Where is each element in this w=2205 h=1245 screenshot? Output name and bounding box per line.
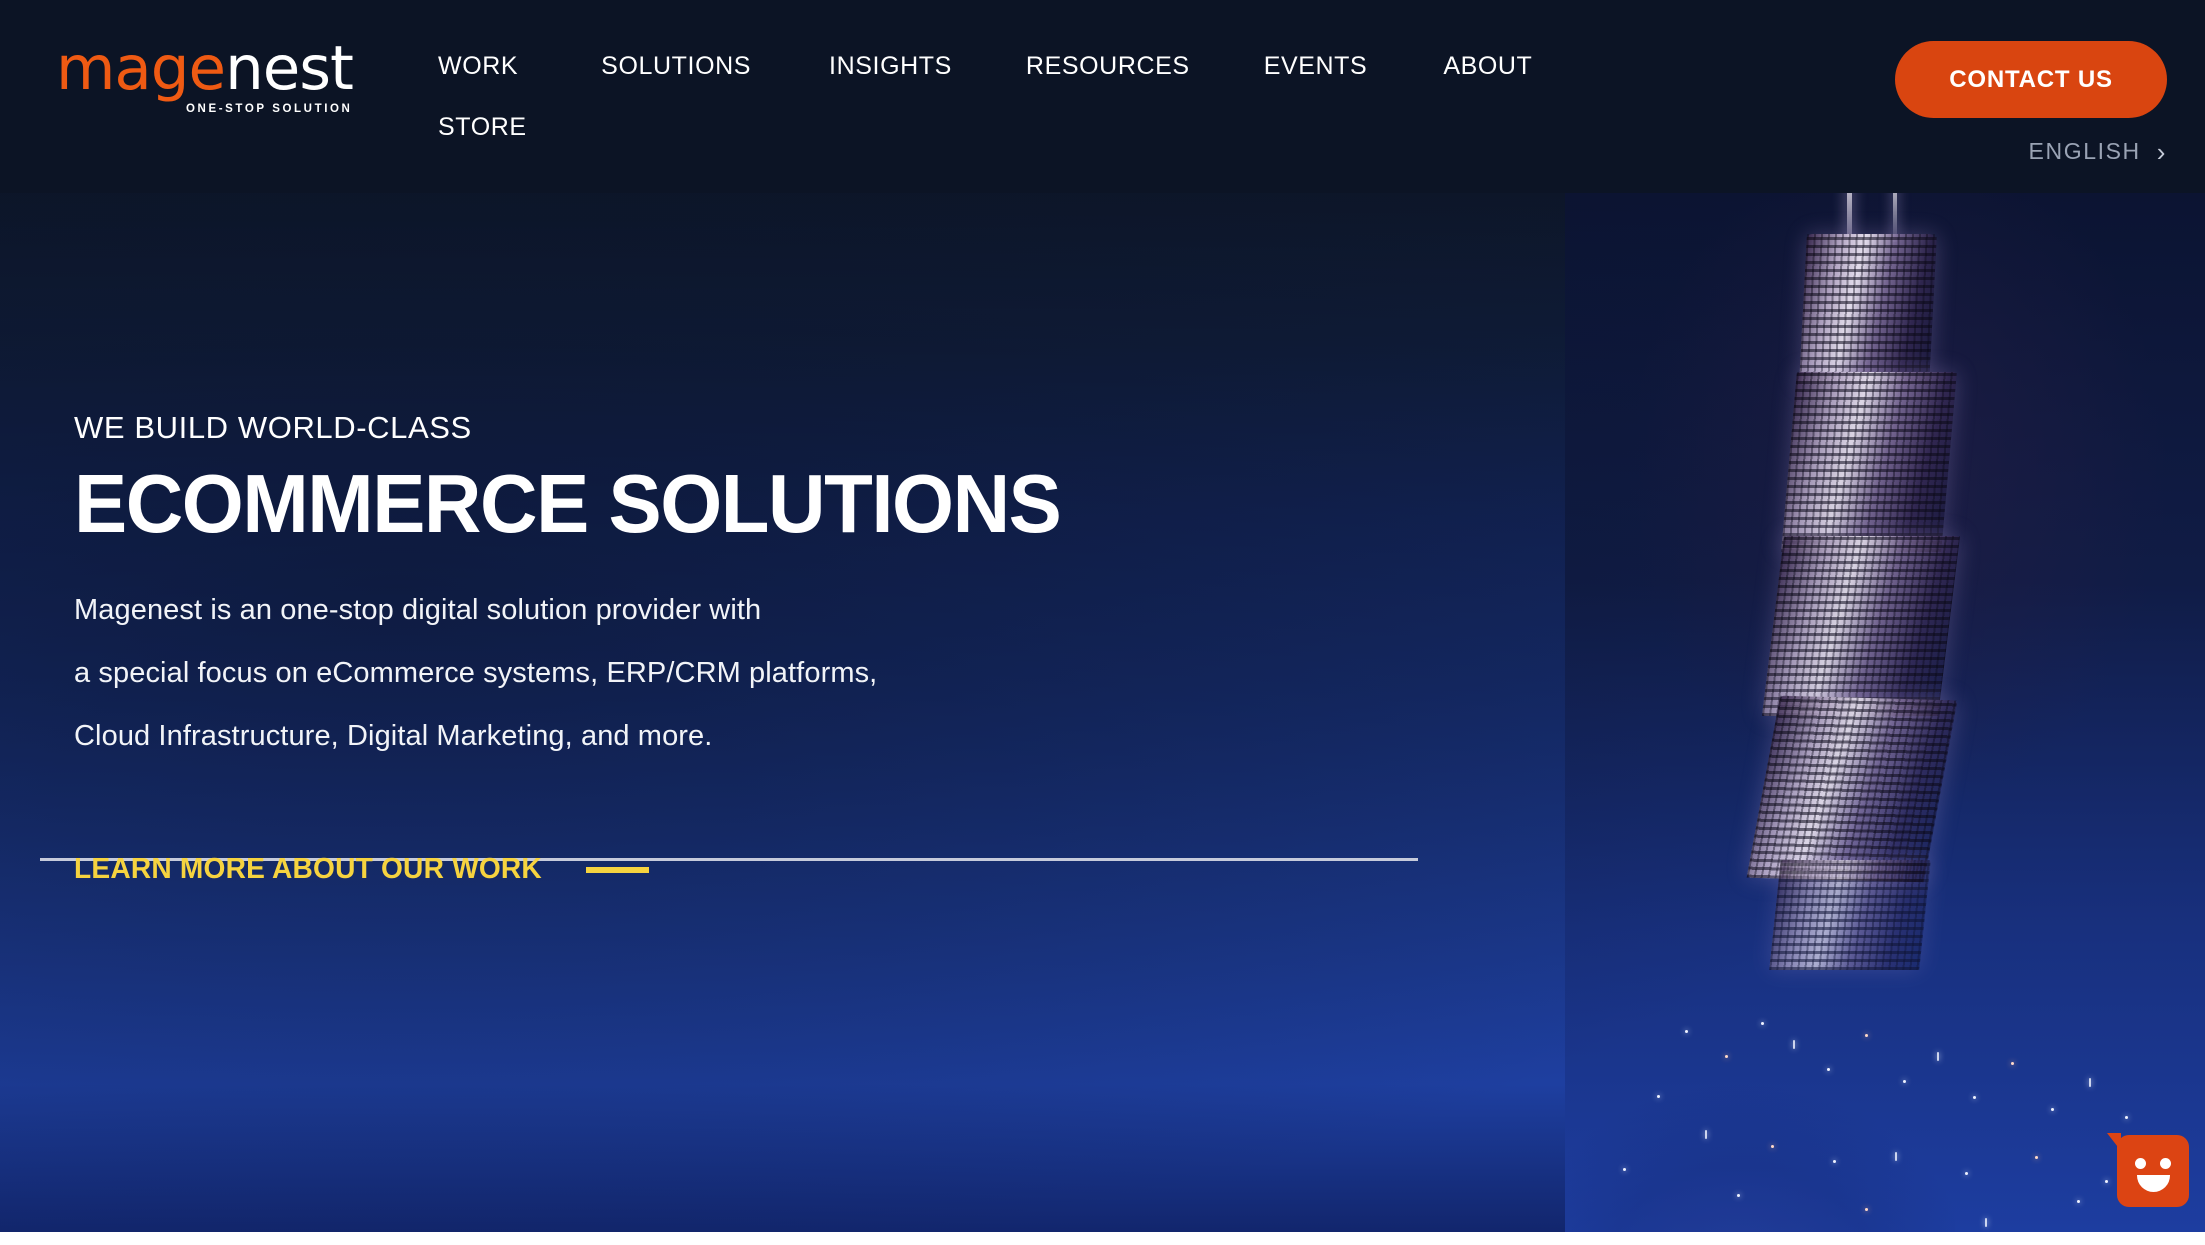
- nav-item-events[interactable]: EVENTS: [1264, 52, 1368, 81]
- hero-headline: ECOMMERCE SOLUTIONS: [74, 457, 1062, 550]
- hero-content: WE BUILD WORLD-CLASS ECOMMERCE SOLUTIONS…: [74, 410, 1474, 768]
- language-label: ENGLISH: [2028, 138, 2141, 164]
- language-selector[interactable]: ENGLISH ›: [2029, 138, 2167, 165]
- chat-smiley-eye-left-icon: [2135, 1158, 2146, 1169]
- chat-smiley-eye-right-icon: [2160, 1158, 2171, 1169]
- logo-nest-text: nest: [225, 33, 354, 104]
- hero-description-line: Magenest is an one-stop digital solution…: [74, 593, 762, 626]
- hero-eyebrow: WE BUILD WORLD-CLASS: [74, 410, 472, 445]
- page-bottom-strip: [0, 1232, 2205, 1245]
- chat-widget-button[interactable]: [2107, 1133, 2189, 1207]
- logo-wordmark: magenest: [56, 38, 376, 99]
- hero-description: Magenest is an one-stop digital solution…: [74, 579, 1474, 768]
- main-navigation: WORK SOLUTIONS INSIGHTS RESOURCES EVENTS…: [438, 52, 1818, 142]
- nav-item-store[interactable]: STORE: [438, 113, 527, 142]
- hero-description-line: Cloud Infrastructure, Digital Marketing,…: [74, 719, 713, 752]
- chat-smiley-mouth-icon: [2137, 1175, 2170, 1192]
- hero-description-line: a special focus on eCommerce systems, ER…: [74, 656, 878, 689]
- nav-item-resources[interactable]: RESOURCES: [1026, 52, 1190, 81]
- nav-row-primary: WORK SOLUTIONS INSIGHTS RESOURCES EVENTS…: [438, 52, 1818, 81]
- chat-bubble-tail-icon: [2107, 1133, 2121, 1151]
- site-header: magenest ONE-STOP SOLUTION WORK SOLUTION…: [0, 0, 2205, 193]
- nav-item-insights[interactable]: INSIGHTS: [829, 52, 952, 81]
- contact-us-button[interactable]: CONTACT US: [1895, 41, 2167, 118]
- chevron-right-icon: ›: [2156, 136, 2167, 167]
- learn-more-dash-icon: [586, 866, 650, 873]
- nav-row-secondary: STORE: [438, 113, 1818, 142]
- nav-item-about[interactable]: ABOUT: [1443, 52, 1532, 81]
- nav-item-solutions[interactable]: SOLUTIONS: [601, 52, 751, 81]
- client-logo-strip: GQ CENTRALRETAIL ★ Heineken ®: [0, 900, 1480, 1050]
- magenest-logo[interactable]: magenest ONE-STOP SOLUTION: [56, 38, 376, 115]
- page-root: magenest ONE-STOP SOLUTION WORK SOLUTION…: [0, 0, 2205, 1245]
- logo-tagline: ONE-STOP SOLUTION: [186, 103, 353, 115]
- nav-item-work[interactable]: WORK: [438, 52, 518, 81]
- learn-more-link[interactable]: LEARN MORE ABOUT OUR WORK: [74, 853, 650, 886]
- learn-more-label: LEARN MORE ABOUT OUR WORK: [74, 853, 542, 885]
- logo-mage-text: mage: [56, 33, 226, 104]
